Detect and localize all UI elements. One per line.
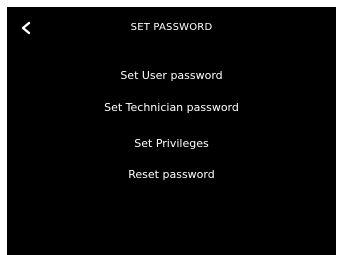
set-technician-password-item[interactable]: Set Technician password xyxy=(7,101,336,114)
set-user-password-item[interactable]: Set User password xyxy=(7,69,336,82)
settings-screen: SET PASSWORD Set User password Set Techn… xyxy=(7,7,336,255)
set-privileges-item[interactable]: Set Privileges xyxy=(7,137,336,150)
header-bar: SET PASSWORD xyxy=(7,7,336,45)
page-title: SET PASSWORD xyxy=(130,22,213,33)
reset-password-item[interactable]: Reset password xyxy=(7,168,336,181)
